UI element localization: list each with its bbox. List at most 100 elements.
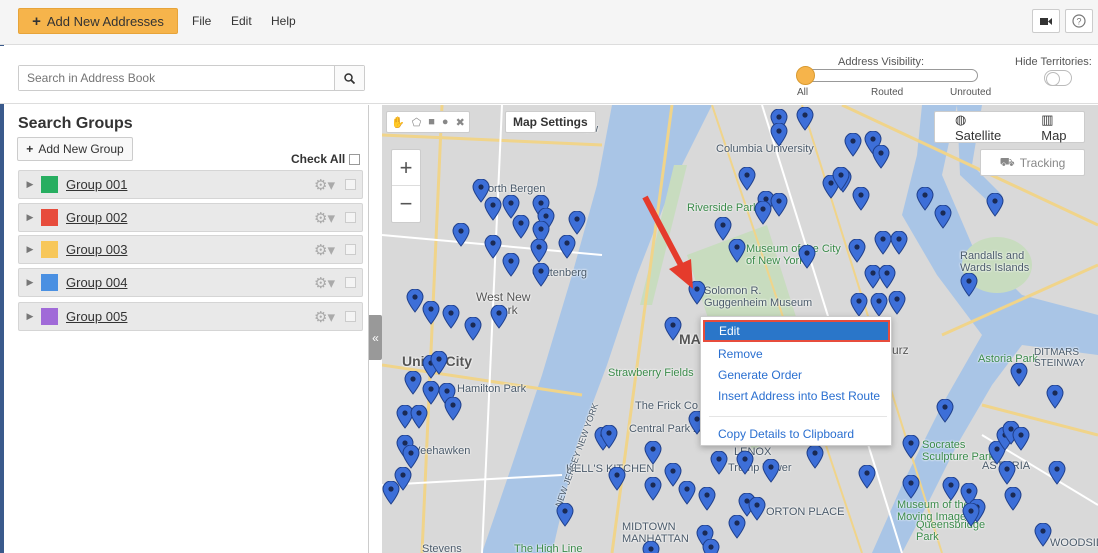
address-pin-icon[interactable] (736, 451, 754, 475)
address-pin-icon[interactable] (728, 515, 746, 539)
clear-icon[interactable]: ✖ (456, 116, 465, 129)
address-pin-icon[interactable] (960, 273, 978, 297)
address-pin-icon[interactable] (902, 475, 920, 499)
expand-caret-icon[interactable]: ▶ (19, 179, 41, 190)
group-row[interactable]: ▶ Group 003 ⚙▾ (18, 235, 363, 264)
tracking-button[interactable]: ⛟ Tracking (980, 149, 1085, 176)
group-checkbox[interactable] (345, 212, 356, 223)
address-pin-icon[interactable] (1046, 385, 1064, 409)
map-settings-button[interactable]: Map Settings (505, 111, 596, 133)
rectangle-icon[interactable]: ■ (428, 116, 435, 128)
group-name[interactable]: Group 004 (66, 275, 314, 290)
address-pin-icon[interactable] (888, 291, 906, 315)
group-row[interactable]: ▶ Group 001 ⚙▾ (18, 170, 363, 199)
address-pin-icon[interactable] (464, 317, 482, 341)
address-pin-icon[interactable] (422, 301, 440, 325)
group-checkbox[interactable] (345, 179, 356, 190)
menu-file[interactable]: File (192, 14, 211, 28)
hand-icon[interactable]: ✋ (391, 116, 405, 129)
expand-caret-icon[interactable]: ▶ (19, 212, 41, 223)
polygon-icon[interactable]: ⬠ (412, 116, 422, 129)
gear-icon[interactable]: ⚙▾ (314, 241, 335, 259)
address-pin-icon[interactable] (738, 167, 756, 191)
zoom-out-button[interactable]: − (392, 186, 420, 222)
address-pin-icon[interactable] (1010, 363, 1028, 387)
context-menu-insert-best-route[interactable]: Insert Address into Best Route (718, 389, 880, 403)
address-pin-icon[interactable] (512, 215, 530, 239)
address-pin-icon[interactable] (608, 467, 626, 491)
address-pin-icon[interactable] (644, 441, 662, 465)
address-pin-icon[interactable] (558, 235, 576, 259)
group-name[interactable]: Group 005 (66, 309, 314, 324)
address-pin-icon[interactable] (698, 487, 716, 511)
address-pin-icon[interactable] (484, 197, 502, 221)
address-pin-icon[interactable] (710, 451, 728, 475)
menu-edit[interactable]: Edit (231, 14, 252, 28)
address-visibility-slider[interactable] (800, 69, 978, 82)
context-menu-remove[interactable]: Remove (718, 347, 763, 361)
address-pin-icon[interactable] (1048, 461, 1066, 485)
address-pin-icon[interactable] (902, 435, 920, 459)
group-checkbox[interactable] (345, 277, 356, 288)
search-button[interactable] (334, 66, 364, 90)
address-pin-icon[interactable] (832, 167, 850, 191)
gear-icon[interactable]: ⚙▾ (314, 209, 335, 227)
address-pin-icon[interactable] (1012, 427, 1030, 451)
address-pin-icon[interactable] (1004, 487, 1022, 511)
gear-icon[interactable]: ⚙▾ (314, 308, 335, 326)
address-pin-icon[interactable] (916, 187, 934, 211)
satellite-button[interactable]: ◍ Satellite (935, 112, 1021, 143)
address-pin-icon[interactable] (844, 133, 862, 157)
address-pin-icon[interactable] (942, 477, 960, 501)
address-pin-icon[interactable] (934, 205, 952, 229)
address-pin-icon[interactable] (442, 305, 460, 329)
address-pin-icon[interactable] (382, 481, 400, 505)
address-pin-icon[interactable] (770, 123, 788, 147)
address-pin-icon[interactable] (728, 239, 746, 263)
address-pin-icon[interactable] (404, 371, 422, 395)
address-pin-icon[interactable] (502, 253, 520, 277)
address-pin-icon[interactable] (962, 503, 980, 527)
expand-caret-icon[interactable]: ▶ (19, 277, 41, 288)
menu-help[interactable]: Help (271, 14, 296, 28)
group-row[interactable]: ▶ Group 005 ⚙▾ (18, 302, 363, 331)
circle-icon[interactable]: ● (442, 116, 449, 128)
address-pin-icon[interactable] (986, 193, 1004, 217)
check-all-checkbox[interactable] (349, 153, 361, 165)
address-pin-icon[interactable] (452, 223, 470, 247)
address-pin-icon[interactable] (806, 445, 824, 469)
group-row[interactable]: ▶ Group 002 ⚙▾ (18, 203, 363, 232)
address-pin-icon[interactable] (796, 107, 814, 131)
help-button[interactable]: ? (1065, 9, 1093, 33)
address-pin-icon[interactable] (936, 399, 954, 423)
hide-territories-toggle[interactable] (1044, 70, 1072, 86)
address-pin-icon[interactable] (530, 239, 548, 263)
gear-icon[interactable]: ⚙▾ (314, 176, 335, 194)
address-pin-icon[interactable] (998, 461, 1016, 485)
address-pin-icon[interactable] (644, 477, 662, 501)
expand-caret-icon[interactable]: ▶ (19, 244, 41, 255)
address-pin-icon[interactable] (878, 265, 896, 289)
gear-icon[interactable]: ⚙▾ (314, 274, 335, 292)
expand-caret-icon[interactable]: ▶ (19, 311, 41, 322)
address-pin-icon[interactable] (890, 231, 908, 255)
visibility-option-all[interactable]: All (797, 87, 808, 98)
address-pin-icon[interactable] (762, 459, 780, 483)
context-menu-generate-order[interactable]: Generate Order (718, 368, 802, 382)
add-new-addresses-button[interactable]: + Add New Addresses (18, 8, 178, 34)
address-pin-icon[interactable] (532, 263, 550, 287)
address-pin-icon[interactable] (484, 235, 502, 259)
address-pin-icon[interactable] (702, 539, 720, 553)
group-name[interactable]: Group 002 (66, 210, 314, 225)
map-button[interactable]: ▥ Map (1021, 112, 1086, 143)
video-camera-button[interactable] (1032, 9, 1060, 33)
address-pin-icon[interactable] (444, 397, 462, 421)
address-pin-icon[interactable] (600, 425, 618, 449)
add-new-group-button[interactable]: + Add New Group (17, 137, 133, 161)
address-pin-icon[interactable] (430, 351, 448, 375)
collapse-sidebar-button[interactable]: « (369, 315, 382, 360)
visibility-option-unrouted[interactable]: Unrouted (950, 87, 991, 98)
zoom-in-button[interactable]: + (392, 150, 420, 186)
address-pin-icon[interactable] (642, 541, 660, 553)
address-pin-icon[interactable] (568, 211, 586, 235)
